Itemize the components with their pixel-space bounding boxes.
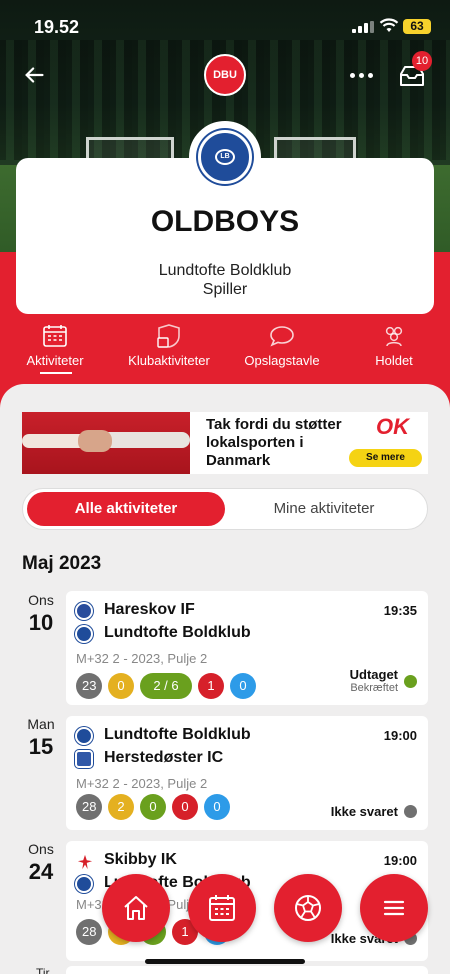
club-logo: LB	[189, 121, 261, 193]
tab-opslagstavle[interactable]: Opslagstavle	[240, 324, 324, 370]
team-logo-icon	[75, 875, 93, 893]
calendar-button[interactable]	[188, 874, 256, 942]
filter-all-button[interactable]: Alle aktiviteter	[27, 492, 225, 526]
count-maybe: 2	[108, 794, 134, 820]
kickoff-time: 19:35	[383, 603, 417, 618]
tab-holdet[interactable]: Holdet	[366, 324, 422, 370]
home-indicator	[145, 959, 305, 964]
shield-calendar-icon	[157, 324, 180, 348]
count-maybe: 0	[108, 673, 134, 699]
team-logo-icon	[75, 727, 93, 745]
weekday: Tir	[36, 966, 50, 974]
response-status: Ikke svaret	[330, 804, 398, 819]
banner-text: Tak fordi du støtter lokalsporten i Danm…	[206, 416, 342, 469]
activity-card[interactable]: Lundtofte Boldklub Herstedøster IC 19:00…	[66, 716, 428, 830]
ok-logo: OK	[376, 414, 409, 439]
calendar-icon	[209, 895, 235, 921]
response-substatus: Bekræftet	[350, 682, 398, 694]
team-logo-icon	[75, 625, 93, 643]
status-bar: 19.52 63	[0, 0, 450, 52]
home-team: Skibby IK	[104, 851, 177, 868]
active-tab-indicator	[40, 372, 72, 374]
team-logo-icon	[75, 852, 93, 870]
battery-indicator: 63	[403, 19, 431, 34]
team-logo-icon	[75, 602, 93, 620]
count-accepted: 2 / 6	[140, 673, 192, 699]
inbox-badge: 10	[412, 51, 432, 71]
day-number: 15	[28, 734, 54, 759]
kickoff-time: 19:00	[383, 728, 417, 743]
more-icon[interactable]	[350, 66, 374, 84]
club-name: Lundtofte Boldklub	[158, 262, 292, 279]
count-other: 0	[204, 794, 230, 820]
tab-klubaktiviteter[interactable]: Klubaktiviteter	[122, 324, 216, 370]
response-status: Udtaget	[349, 667, 398, 682]
menu-button[interactable]	[360, 874, 428, 942]
player-role: Spiller	[202, 281, 248, 298]
group-icon	[385, 326, 403, 347]
date-column: Ons 10	[22, 592, 60, 636]
home-button[interactable]	[102, 874, 170, 942]
day-number: 24	[28, 859, 54, 884]
tab-label: Aktiviteter	[26, 353, 84, 368]
weekday: Ons	[28, 592, 54, 608]
ad-banner[interactable]: Tak fordi du støtter lokalsporten i Danm…	[22, 412, 428, 474]
football-icon	[295, 895, 321, 921]
away-team: Herstedøster IC	[104, 749, 224, 766]
kickoff-time: 19:00	[383, 853, 417, 868]
tab-aktiviteter[interactable]: Aktiviteter	[18, 324, 92, 370]
count-declined: 0	[172, 794, 198, 820]
football-button[interactable]	[274, 874, 342, 942]
activity-filter: Alle aktiviteter Mine aktiviteter	[22, 488, 428, 530]
tab-label: Opslagstavle	[244, 353, 320, 368]
count-other: 0	[230, 673, 256, 699]
away-team: Lundtofte Boldklub	[104, 624, 251, 641]
day-number: 10	[28, 610, 54, 635]
date-column: Man 15	[22, 716, 60, 760]
weekday: Man	[27, 716, 55, 732]
filter-mine-button[interactable]: Mine aktiviteter	[225, 492, 423, 526]
date-column: Ons 24	[22, 841, 60, 885]
status-dot	[404, 675, 417, 688]
handshake-photo	[22, 412, 190, 474]
signal-icon	[352, 21, 374, 33]
banner-cta-button[interactable]: Se mere	[349, 449, 422, 467]
home-team: Lundtofte Boldklub	[104, 726, 251, 743]
count-total: 28	[76, 794, 103, 820]
month-heading: Maj 2023	[22, 553, 102, 574]
menu-icon	[383, 900, 405, 916]
league-label: M+32 2 - 2023, Pulje 2	[76, 776, 208, 791]
wifi-icon	[379, 18, 399, 32]
count-accepted: 0	[140, 794, 166, 820]
tab-label: Klubaktiviteter	[128, 353, 210, 368]
team-logo-icon	[75, 750, 93, 768]
back-arrow-icon[interactable]	[22, 62, 50, 90]
home-team: Hareskov IF	[104, 601, 195, 618]
team-name: OLDBOYS	[150, 205, 300, 238]
status-dot	[404, 805, 417, 818]
home-icon	[124, 896, 148, 920]
count-total: 23	[76, 673, 103, 699]
weekday: Ons	[28, 841, 54, 857]
clock: 19.52	[34, 17, 80, 37]
count-declined: 1	[198, 673, 224, 699]
activity-card[interactable]	[66, 966, 428, 974]
dbu-logo: DBU	[204, 54, 246, 96]
count-total: 28	[76, 919, 103, 945]
league-label: M+32 2 - 2023, Pulje 2	[76, 651, 208, 666]
activity-card[interactable]: Hareskov IF Lundtofte Boldklub 19:35 M+3…	[66, 591, 428, 705]
tab-label: Holdet	[375, 353, 413, 368]
calendar-icon	[43, 325, 67, 347]
speech-bubble-icon	[270, 326, 294, 347]
